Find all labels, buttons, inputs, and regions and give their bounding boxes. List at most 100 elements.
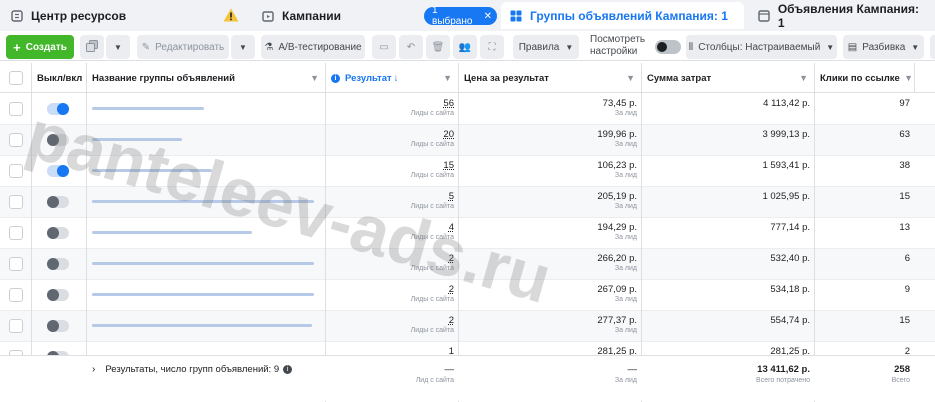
adset-toggle[interactable] [47,196,69,208]
info-icon: i [331,73,340,83]
rules-button[interactable]: Правила ▼ [513,35,579,59]
adset-name-redacted[interactable] [92,293,314,296]
row-checkbox[interactable] [9,164,23,178]
undo-icon: ↶ [406,41,416,53]
chevron-right-icon[interactable]: › [92,364,95,375]
col-name[interactable]: Название группы объявлений ▼ [87,63,325,93]
clipboard-button[interactable]: ▭ [372,35,396,59]
caret-down-icon: ▼ [114,42,122,52]
result-value[interactable]: 2 [449,284,454,295]
col-link-clicks[interactable]: Клики по ссылке ▼ [815,63,935,93]
result-value[interactable]: 2 [449,315,454,326]
column-menu-icon[interactable]: ▼ [626,73,635,83]
select-all-checkbox[interactable] [9,71,23,85]
delete-button[interactable]: 🗑 [426,35,450,59]
column-menu-icon[interactable]: ▼ [310,73,319,83]
edit-button[interactable]: ✎ Редактировать [137,35,229,59]
table-row[interactable]: 15 Лиды с сайта 106,23 р. За лид 1 593,41 р.… [0,156,935,187]
row-checkbox[interactable] [9,257,23,271]
table-row[interactable]: 2 Лиды с сайта 277,37 р. За лид 554,74 р. 15 [0,311,935,342]
col-cost-per-result[interactable]: Цена за результат ▼ [459,63,641,93]
audience-button[interactable]: 👥 [453,35,477,59]
adset-name-redacted[interactable] [92,200,314,203]
table-row[interactable]: 56 Лиды с сайта 73,45 р. За лид 4 113,42 р. 9… [0,94,935,125]
result-value[interactable]: 2 [449,253,454,264]
totals-label[interactable]: › Результаты, число групп объявлений: 9 … [92,364,293,375]
tab-adsets[interactable]: Группы объявлений Кампания: 1 [501,2,744,29]
selected-chip[interactable]: 1 выбрано ✕ [424,5,497,27]
cpr-value: 199,96 р. [597,129,637,140]
row-checkbox[interactable] [9,226,23,240]
toggle-knob [47,196,59,208]
tab-resource-center[interactable]: Центр ресурсов [2,2,249,29]
row-checkbox[interactable] [9,195,23,209]
create-button[interactable]: + Создать [6,35,74,59]
undo-button[interactable]: ↶ [399,35,423,59]
row-checkbox[interactable] [9,133,23,147]
adset-name-redacted[interactable] [92,324,312,327]
tab-ads[interactable]: Объявления Кампания: 1 [749,1,935,30]
result-value[interactable]: 20 [443,129,454,140]
edit-dropdown[interactable]: ▼ [231,35,255,59]
adset-name-redacted[interactable] [92,231,252,234]
adset-toggle[interactable] [47,258,69,270]
duplicate-dropdown[interactable]: ▼ [106,35,130,59]
col-toggle[interactable]: Выкл/вкл [32,63,84,93]
table-row[interactable]: 5 Лиды с сайта 205,19 р. За лид 1 025,95 р. 1… [0,187,935,218]
ad-icon [757,9,771,23]
tab-label: Кампании [282,8,341,23]
columns-button[interactable]: ⦀ Столбцы: Настраиваемый ▼ [686,35,837,59]
result-sub: Лиды с сайта [410,203,454,210]
ab-test-button[interactable]: ⚗ A/B-тестирование [261,35,365,59]
toggle-knob [47,134,59,146]
view-settings-toggle[interactable] [655,40,681,54]
adset-toggle[interactable] [47,289,69,301]
col-amount-spent[interactable]: Сумма затрат ▼ [642,63,814,93]
column-menu-icon[interactable]: ▼ [443,73,452,83]
clicks-value: 38 [899,160,910,171]
adset-toggle[interactable] [47,134,69,146]
row-checkbox[interactable] [9,102,23,116]
col-result[interactable]: i Результат ↓ ▼ [326,63,458,93]
preview-button[interactable]: ⛶ [480,35,504,59]
clear-selection-icon[interactable]: ✕ [484,11,492,22]
clicks-value: 9 [904,284,910,295]
cpr-sub: За лид [614,296,637,303]
table-row[interactable]: 2 Лиды с сайта 266,20 р. За лид 532,40 р. 6 [0,249,935,280]
clicks-value: 97 [899,98,910,109]
result-value[interactable]: 4 [449,222,454,233]
warning-icon[interactable] [223,8,239,22]
selected-count: 1 выбрано [432,5,473,27]
preview-icon: ⛶ [488,41,496,53]
adset-toggle[interactable] [47,227,69,239]
view-settings-label: Посмотреть настройки [590,34,646,57]
tab-campaigns[interactable]: Кампании 1 выбрано ✕ [253,2,497,29]
duplicate-button[interactable] [80,35,104,59]
result-value[interactable]: 5 [449,191,454,202]
result-value[interactable]: 56 [443,98,454,109]
result-sub: Лиды с сайта [410,265,454,272]
adset-name-redacted[interactable] [92,262,314,265]
column-menu-icon[interactable]: ▼ [799,73,808,83]
table-row[interactable]: 4 Лиды с сайта 194,29 р. За лид 777,14 р. 13 [0,218,935,249]
spent-value: 534,18 р. [770,284,810,295]
adset-toggle[interactable] [47,320,69,332]
flask-icon: ⚗ [264,41,274,53]
cpr-value: 267,09 р. [597,284,637,295]
table-row[interactable]: 2 Лиды с сайта 267,09 р. За лид 534,18 р. 9 [0,280,935,311]
adset-toggle[interactable] [47,165,69,177]
tab-label: Объявления Кампания: 1 [777,1,920,30]
row-checkbox[interactable] [9,319,23,333]
result-value[interactable]: 15 [443,160,454,171]
adset-toggle[interactable] [47,103,69,115]
more-button[interactable] [930,35,935,59]
table-row[interactable]: 20 Лиды с сайта 199,96 р. За лид 3 999,13 р.… [0,125,935,156]
adset-name-redacted[interactable] [92,169,212,172]
table-header: Выкл/вкл Название группы объявлений ▼ i … [0,63,935,93]
row-checkbox[interactable] [9,288,23,302]
column-menu-icon[interactable]: ▼ [904,73,913,83]
adset-name-redacted[interactable] [92,138,182,141]
clicks-value: 6 [904,253,910,264]
adset-name-redacted[interactable] [92,107,204,110]
breakdown-button[interactable]: ▤ Разбивка ▼ [843,35,924,59]
